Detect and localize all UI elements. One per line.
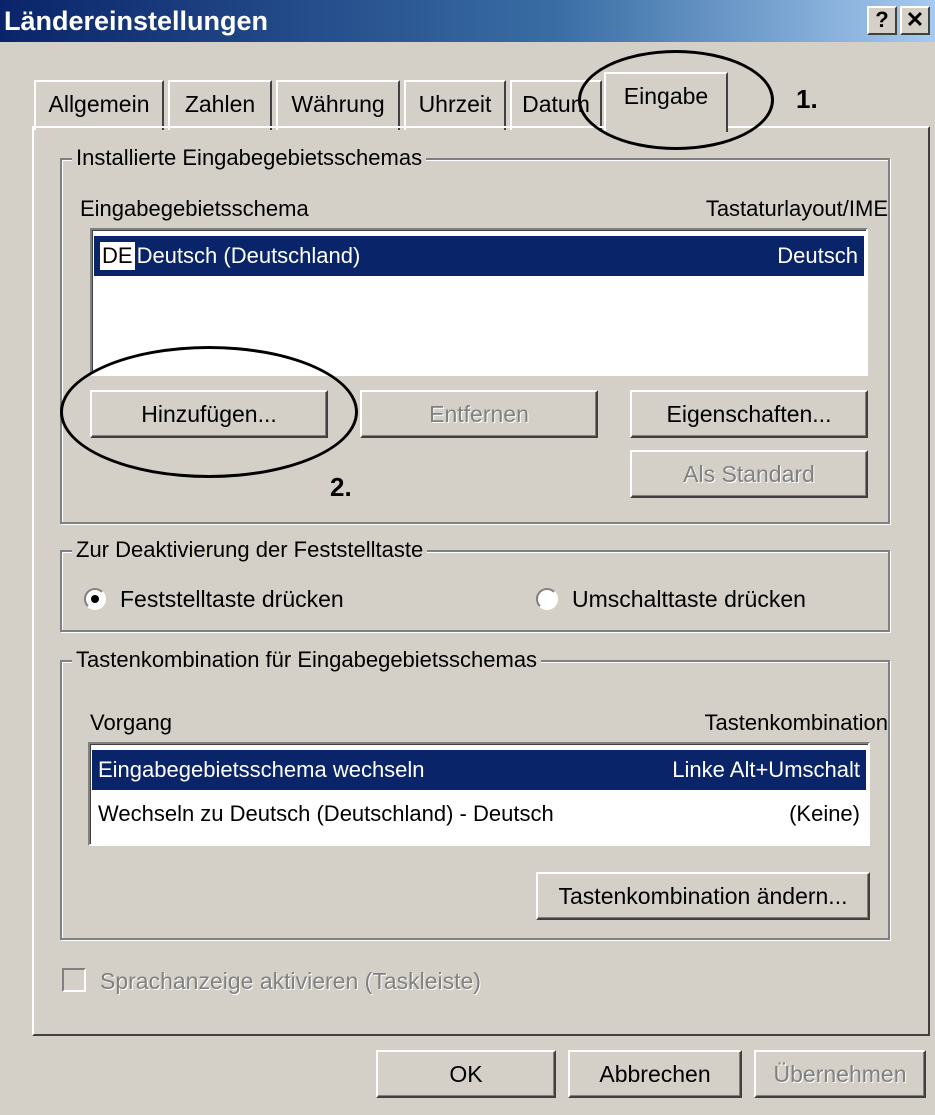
radio-capslock[interactable] bbox=[84, 588, 106, 610]
col-header-layout: Tastaturlayout/IME bbox=[705, 196, 888, 221]
tab-datum[interactable]: Datum bbox=[510, 80, 602, 130]
hotkey-group: Tastenkombination für Eingabegebietssche… bbox=[60, 647, 890, 940]
capslock-legend: Zur Deaktivierung der Feststelltaste bbox=[72, 537, 428, 563]
apply-button[interactable]: Übernehmen bbox=[754, 1050, 926, 1098]
help-button[interactable]: ? bbox=[867, 6, 897, 35]
table-row[interactable]: Eingabegebietsschema wechseln Linke Alt+… bbox=[92, 750, 866, 790]
hotkey-keys: (Keine) bbox=[789, 801, 860, 826]
tab-zahlen[interactable]: Zahlen bbox=[168, 80, 272, 130]
properties-button[interactable]: Eigenschaften... bbox=[630, 390, 868, 438]
add-button[interactable]: Hinzufügen... bbox=[90, 390, 328, 438]
radio-shift-label[interactable]: Umschalttaste drücken bbox=[572, 586, 806, 613]
installed-locales-group: Installierte Eingabegebietsschemas Einga… bbox=[60, 145, 890, 524]
installed-locales-legend: Installierte Eingabegebietsschemas bbox=[72, 145, 427, 171]
locale-name: Deutsch (Deutschland) bbox=[136, 243, 361, 268]
hotkey-action: Wechseln zu Deutsch (Deutschland) - Deut… bbox=[98, 801, 554, 826]
hotkey-legend: Tastenkombination für Eingabegebietssche… bbox=[72, 647, 542, 673]
language-code: DE bbox=[100, 242, 135, 270]
step1-label: 1. bbox=[796, 84, 818, 114]
col-header-schema: Eingabegebietsschema bbox=[80, 196, 309, 221]
tab-panel: Installierte Eingabegebietsschemas Einga… bbox=[32, 126, 930, 1036]
tab-allgemein[interactable]: Allgemein bbox=[34, 80, 164, 130]
step2-label: 2. bbox=[330, 472, 352, 502]
col-header-keys: Tastenkombination bbox=[704, 710, 888, 735]
cancel-button[interactable]: Abbrechen bbox=[568, 1050, 742, 1098]
language-bar-label[interactable]: Sprachanzeige aktivieren (Taskleiste) bbox=[100, 968, 481, 995]
installed-locales-list[interactable]: DE Deutsch (Deutschland) Deutsch bbox=[90, 228, 868, 376]
table-row[interactable]: Wechseln zu Deutsch (Deutschland) - Deut… bbox=[92, 794, 866, 834]
capslock-group: Zur Deaktivierung der Feststelltaste Fes… bbox=[60, 537, 890, 632]
set-default-button[interactable]: Als Standard bbox=[630, 450, 868, 498]
window-title: Ländereinstellungen bbox=[4, 6, 269, 36]
hotkey-keys: Linke Alt+Umschalt bbox=[672, 757, 860, 782]
remove-button[interactable]: Entfernen bbox=[360, 390, 598, 438]
language-bar-checkbox[interactable] bbox=[62, 968, 86, 992]
title-bar: Ländereinstellungen ? ✕ bbox=[0, 0, 935, 42]
tab-uhrzeit[interactable]: Uhrzeit bbox=[404, 80, 506, 130]
radio-capslock-label[interactable]: Feststelltaste drücken bbox=[120, 586, 344, 613]
list-item[interactable]: DE Deutsch (Deutschland) Deutsch bbox=[94, 236, 864, 276]
keyboard-layout: Deutsch bbox=[777, 243, 858, 268]
tab-eingabe[interactable]: Eingabe bbox=[604, 72, 728, 132]
radio-shift[interactable] bbox=[536, 588, 558, 610]
change-hotkey-button[interactable]: Tastenkombination ändern... bbox=[536, 872, 870, 920]
col-header-action: Vorgang bbox=[90, 710, 172, 735]
hotkey-action: Eingabegebietsschema wechseln bbox=[98, 757, 425, 782]
tab-waehrung[interactable]: Währung bbox=[276, 80, 400, 130]
close-button[interactable]: ✕ bbox=[900, 6, 930, 35]
hotkey-list[interactable]: Eingabegebietsschema wechseln Linke Alt+… bbox=[88, 742, 870, 846]
ok-button[interactable]: OK bbox=[376, 1050, 556, 1098]
